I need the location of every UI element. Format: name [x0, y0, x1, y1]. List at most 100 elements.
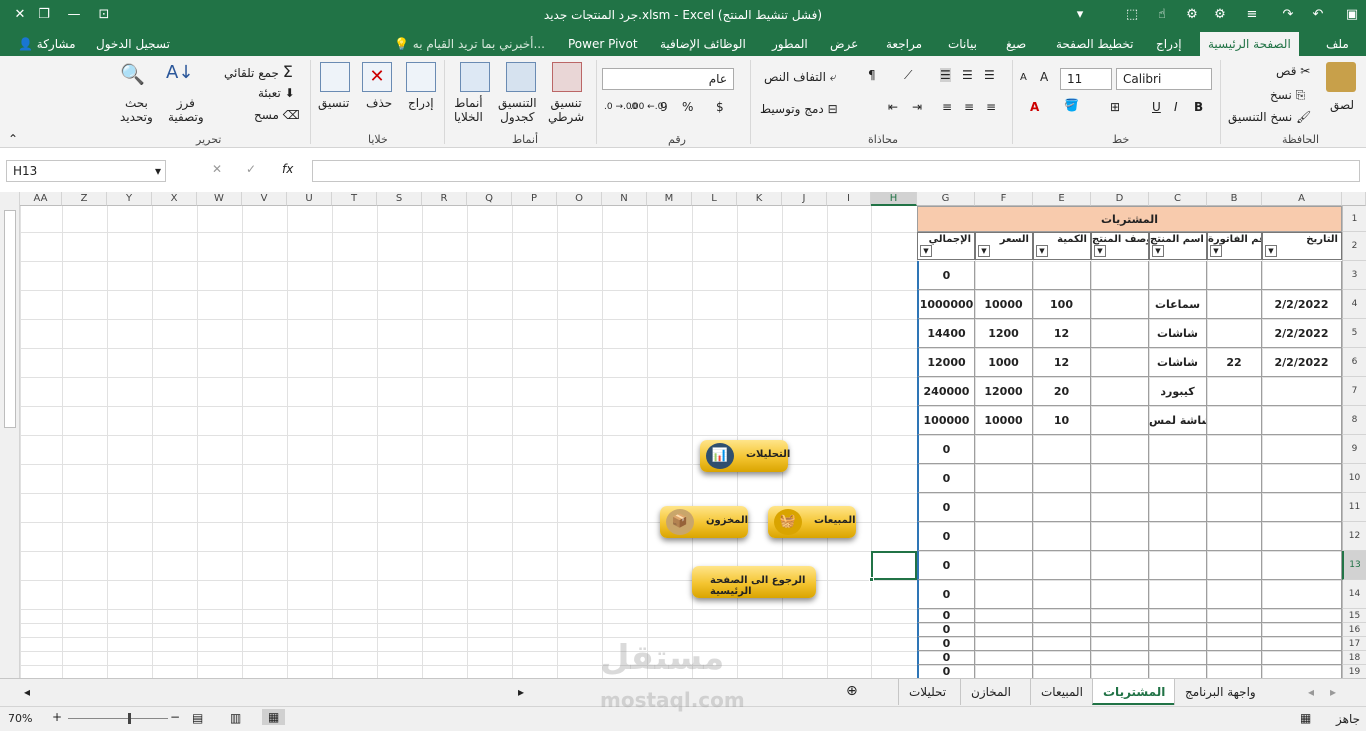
- column-header[interactable]: K: [737, 192, 782, 206]
- table-cell[interactable]: [1149, 609, 1207, 623]
- table-cell[interactable]: 12000: [975, 377, 1033, 406]
- table-cell[interactable]: [1262, 522, 1342, 551]
- table-cell[interactable]: 1000000: [917, 290, 975, 319]
- row-header[interactable]: 4: [1342, 290, 1366, 319]
- table-cell[interactable]: [1262, 623, 1342, 637]
- merge-center-button[interactable]: دمج وتوسيط ⊟: [760, 102, 838, 116]
- tab-insert[interactable]: إدراج: [1148, 32, 1190, 56]
- table-cell[interactable]: شاشات: [1149, 319, 1207, 348]
- normal-view-icon[interactable]: ▦: [262, 709, 286, 725]
- table-cell[interactable]: [1207, 609, 1262, 623]
- table-cell[interactable]: [1149, 493, 1207, 522]
- table-cell[interactable]: [1149, 623, 1207, 637]
- row-header[interactable]: 15: [1342, 609, 1366, 623]
- column-header[interactable]: H: [871, 192, 917, 206]
- sort-filter-icon[interactable]: A↓: [166, 62, 193, 83]
- table-cell[interactable]: 2/2/2022: [1262, 290, 1342, 319]
- table-cell[interactable]: [1149, 522, 1207, 551]
- table-cell[interactable]: [1091, 651, 1149, 665]
- tab-home[interactable]: الصفحة الرئيسية: [1200, 32, 1299, 56]
- table-cell[interactable]: 0: [917, 623, 975, 637]
- fill-handle[interactable]: [869, 577, 874, 582]
- filter-dropdown-icon[interactable]: ▼: [1152, 245, 1164, 257]
- share-button[interactable]: 👤 مشاركة: [10, 32, 84, 56]
- table-cell[interactable]: [975, 665, 1033, 678]
- row-header[interactable]: 6: [1342, 348, 1366, 377]
- align-top-icon[interactable]: ☰: [984, 68, 995, 82]
- table-cell[interactable]: [1207, 580, 1262, 609]
- page-layout-view-icon[interactable]: ▥: [230, 711, 241, 725]
- table-header-cell[interactable]: التاريخ ▼: [1262, 232, 1342, 260]
- table-cell[interactable]: [1149, 261, 1207, 290]
- table-cell[interactable]: [1033, 493, 1091, 522]
- vertical-scrollbar[interactable]: [0, 192, 20, 678]
- table-cell[interactable]: [1149, 435, 1207, 464]
- column-header[interactable]: O: [557, 192, 602, 206]
- column-header[interactable]: N: [602, 192, 647, 206]
- menu-icon[interactable]: ≡: [1240, 4, 1264, 26]
- select-all-corner[interactable]: [1342, 192, 1366, 206]
- format-table-icon[interactable]: [506, 62, 536, 92]
- wrap-text-button[interactable]: التفاف النص ⤶: [764, 70, 836, 85]
- minimize-icon[interactable]: —: [62, 4, 86, 26]
- percent-button[interactable]: %: [682, 100, 693, 114]
- insert-function-button[interactable]: fx: [282, 162, 293, 176]
- tab-developer[interactable]: المطور: [764, 32, 816, 56]
- table-cell[interactable]: [1207, 464, 1262, 493]
- table-header-cell[interactable]: وصف المنتج ▼: [1091, 232, 1149, 260]
- table-cell[interactable]: 0: [917, 261, 975, 290]
- delete-cells-icon[interactable]: ✕: [362, 62, 392, 92]
- scroll-left-icon[interactable]: ◂: [24, 685, 30, 699]
- borders-icon[interactable]: ⊞: [1110, 100, 1120, 114]
- sheet-tab-sales[interactable]: المبيعات: [1030, 679, 1093, 705]
- save-icon[interactable]: ▣: [1340, 4, 1364, 26]
- rtl-icon[interactable]: ¶: [868, 68, 876, 82]
- table-cell[interactable]: 22: [1207, 348, 1262, 377]
- table-cell[interactable]: شاشة لمس: [1149, 406, 1207, 435]
- sheet-tab-purchases[interactable]: المشتريات: [1092, 679, 1176, 705]
- align-right-icon[interactable]: ≡: [986, 100, 996, 114]
- cell-styles-button[interactable]: أنماط الخلايا: [454, 96, 483, 124]
- table-cell[interactable]: [1091, 348, 1149, 377]
- undo-icon[interactable]: ↶: [1306, 4, 1330, 26]
- row-header[interactable]: 17: [1342, 637, 1366, 651]
- table-cell[interactable]: [975, 435, 1033, 464]
- table-cell[interactable]: 0: [917, 651, 975, 665]
- table-cell[interactable]: [975, 261, 1033, 290]
- next-sheet-icon[interactable]: ▸: [1330, 685, 1336, 699]
- table-cell[interactable]: [1091, 493, 1149, 522]
- column-header[interactable]: C: [1149, 192, 1207, 206]
- table-cell[interactable]: [1207, 377, 1262, 406]
- restore-icon[interactable]: ❐: [32, 4, 56, 26]
- cut-button[interactable]: قص ✂: [1276, 64, 1310, 78]
- table-title[interactable]: المشتريات: [917, 206, 1342, 232]
- enter-formula-button[interactable]: ✓: [246, 162, 256, 176]
- filter-dropdown-icon[interactable]: ▼: [1094, 245, 1106, 257]
- collapse-ribbon-icon[interactable]: ⌃: [8, 132, 18, 146]
- table-cell[interactable]: 0: [917, 464, 975, 493]
- table-header-cell[interactable]: السعر ▼: [975, 232, 1033, 260]
- decrease-font-icon[interactable]: A: [1020, 72, 1027, 83]
- column-header[interactable]: F: [975, 192, 1033, 206]
- table-cell[interactable]: [1149, 665, 1207, 678]
- scrollbar-thumb[interactable]: [4, 210, 16, 428]
- tab-data[interactable]: بيانات: [940, 32, 985, 56]
- column-header[interactable]: W: [197, 192, 242, 206]
- touch-icon[interactable]: ☝: [1150, 4, 1174, 26]
- decrease-decimal-button[interactable]: .0 →.00: [604, 102, 637, 112]
- paste-icon[interactable]: [1326, 62, 1356, 92]
- table-cell[interactable]: 100: [1033, 290, 1091, 319]
- filter-dropdown-icon[interactable]: ▼: [920, 245, 932, 257]
- table-cell[interactable]: 10000: [975, 406, 1033, 435]
- format-cells-button[interactable]: تنسيق: [318, 96, 349, 110]
- table-cell[interactable]: 12: [1033, 348, 1091, 377]
- table-cell[interactable]: 0: [917, 580, 975, 609]
- column-header[interactable]: P: [512, 192, 557, 206]
- tab-file[interactable]: ملف: [1318, 32, 1357, 56]
- font-color-icon[interactable]: A: [1030, 100, 1039, 114]
- table-cell[interactable]: [1207, 261, 1262, 290]
- format-as-table-button[interactable]: التنسيق كجدول: [498, 96, 537, 124]
- table-cell[interactable]: 10000: [975, 290, 1033, 319]
- sheet-tab-analytics[interactable]: تحليلات: [898, 679, 956, 705]
- table-cell[interactable]: 2/2/2022: [1262, 319, 1342, 348]
